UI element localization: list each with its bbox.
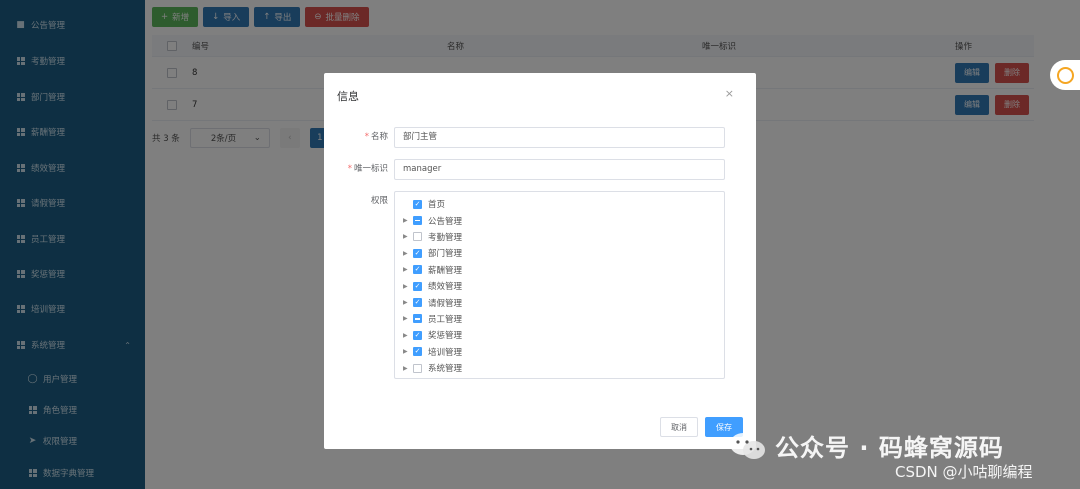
tree-node[interactable]: ▶ ✓ 部门管理 [395,245,724,261]
caret-right-icon[interactable]: ▶ [403,233,413,240]
key-label-text: 唯一标识 [353,164,388,174]
caret-right-icon[interactable]: ▶ [403,365,413,372]
tree-node[interactable]: ▶ ✓ 培训管理 [395,344,724,360]
name-label: * 名称 [324,127,394,148]
watermark-official-account: 公众号 · 码蜂窝源码 [775,434,1004,462]
caret-right-icon[interactable]: ▶ [403,348,413,355]
tree-node[interactable]: ▶ ✓ 奖惩管理 [395,327,724,343]
tree-node-label: 奖惩管理 [428,331,463,342]
close-icon[interactable]: × [725,87,734,100]
permission-label: 权限 [370,196,388,206]
tree-node-label: 绩效管理 [428,282,463,293]
tree-checkbox[interactable]: ✓ [413,248,422,258]
tree-checkbox[interactable]: ✓ [413,298,422,308]
caret-right-icon[interactable]: ▶ [403,283,413,290]
caret-right-icon[interactable]: ▶ [403,266,413,273]
tree-node-label: 系统管理 [428,364,463,375]
tree-node[interactable]: ▶ 公告管理 [395,212,724,228]
required-mark: * [364,132,369,142]
tree-node-label: 请假管理 [428,298,463,309]
name-input[interactable]: 部门主管 [394,127,725,148]
tree-checkbox[interactable]: ✓ [413,330,422,340]
caret-right-icon[interactable]: ▶ [403,332,413,339]
tree-checkbox[interactable] [413,216,422,226]
tree-node-label: 员工管理 [428,314,463,325]
tree-checkbox[interactable]: ✓ [413,199,422,209]
tree-checkbox[interactable]: ✓ [413,281,422,291]
tree-node[interactable]: ▶ 系统管理 [395,360,724,376]
key-input[interactable]: manager [394,159,725,180]
tree-node-label: 首页 [428,200,446,211]
info-dialog: 信息 × * 名称 部门主管 * 唯一标识 manager 权限 ✓ 首页 ▶ 公告管理 ▶… [324,73,756,449]
tree-checkbox[interactable] [413,314,422,324]
cancel-button[interactable]: 取消 [660,417,698,437]
tree-checkbox[interactable]: ✓ [413,347,422,357]
required-mark: * [347,164,352,174]
dialog-title: 信息 [337,90,359,103]
tree-node[interactable]: ▶ 考勤管理 [395,229,724,245]
tree-checkbox[interactable]: ✓ [413,265,422,275]
caret-right-icon[interactable]: ▶ [403,250,413,257]
key-label: * 唯一标识 [324,159,394,180]
tree-node-label: 培训管理 [428,347,463,358]
tree-node[interactable]: ▶ ✓ 绩效管理 [395,278,724,294]
caret-right-icon[interactable]: ▶ [403,217,413,224]
floating-widget[interactable] [1050,60,1080,90]
tree-node[interactable]: ✓ 首页 [395,196,724,212]
caret-right-icon[interactable]: ▶ [403,299,413,306]
tree-node-label: 考勤管理 [428,232,463,243]
tree-node[interactable]: ▶ ✓ 请假管理 [395,294,724,310]
tree-node-label: 公告管理 [428,216,463,227]
tree-checkbox[interactable] [413,232,422,242]
watermark-csdn: CSDN @小咕聊编程 [895,463,1033,481]
permission-tree: ✓ 首页 ▶ 公告管理 ▶ 考勤管理 ▶ ✓ 部门管理 ▶ ✓ 薪酬管理 ▶ ✓ 绩效管理 ▶ ✓ 请假管理 ▶ 员工… [394,191,725,379]
tree-checkbox[interactable] [413,363,422,373]
permission-form-row: 权限 ✓ 首页 ▶ 公告管理 ▶ 考勤管理 ▶ ✓ 部门管理 ▶ ✓ 薪酬管理 ▶ ✓ 绩效管理 ▶ ✓ 请假管理… [324,191,725,379]
tree-node-label: 部门管理 [428,249,463,260]
tree-node[interactable]: ▶ 员工管理 [395,311,724,327]
tree-node-label: 薪酬管理 [428,265,463,276]
wechat-logo-icon [730,433,765,459]
caret-right-icon[interactable]: ▶ [403,315,413,322]
tree-node[interactable]: ▶ ✓ 薪酬管理 [395,262,724,278]
name-form-row: * 名称 部门主管 [324,127,725,148]
ring-icon [1056,66,1074,84]
name-label-text: 名称 [370,132,388,142]
key-form-row: * 唯一标识 manager [324,159,725,180]
